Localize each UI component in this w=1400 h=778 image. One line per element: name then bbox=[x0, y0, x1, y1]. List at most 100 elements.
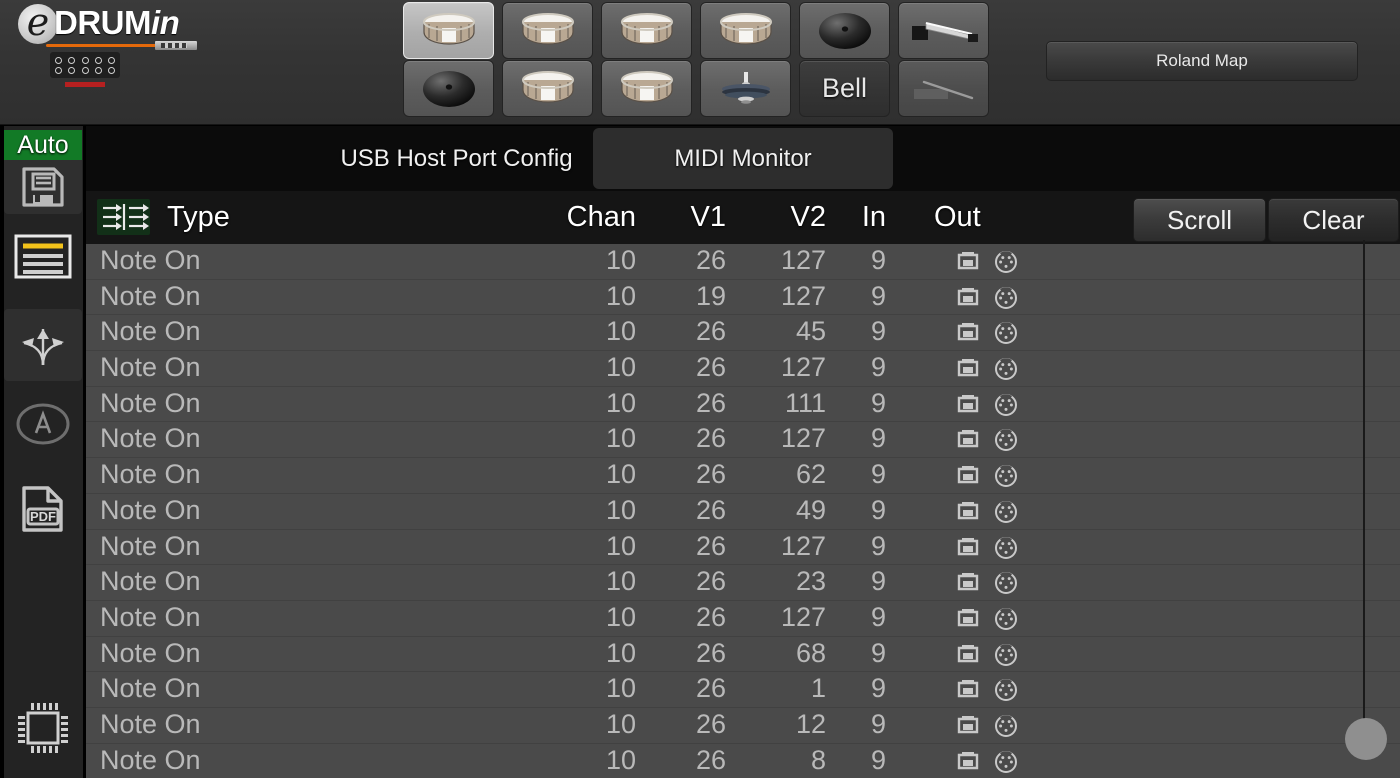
microchip-icon bbox=[14, 699, 72, 757]
scrollbar-handle[interactable] bbox=[1345, 718, 1387, 760]
midi-din-icon bbox=[994, 750, 1018, 774]
usb-port-icon bbox=[956, 714, 980, 738]
top-toolbar: e DRUMin Bell Roland Map bbox=[0, 0, 1400, 125]
table-row[interactable]: Note On 10 26 111 9 bbox=[86, 387, 1400, 423]
table-row[interactable]: Note On 10 26 62 9 bbox=[86, 458, 1400, 494]
midi-din-icon bbox=[994, 464, 1018, 488]
scroll-button[interactable]: Scroll bbox=[1133, 198, 1266, 242]
table-row[interactable]: Note On 10 26 127 9 bbox=[86, 351, 1400, 387]
usb-port-icon bbox=[956, 428, 980, 452]
arrows-spread-icon bbox=[14, 321, 72, 369]
sidebar-item-routing[interactable] bbox=[4, 309, 82, 381]
cell-in: 9 bbox=[870, 387, 886, 418]
pad-cymbal-1[interactable] bbox=[799, 2, 890, 59]
cell-out bbox=[956, 643, 1018, 667]
sidebar-item-about[interactable] bbox=[4, 394, 82, 454]
midi-din-icon bbox=[994, 286, 1018, 310]
pad-label: Bell bbox=[821, 73, 868, 103]
pad-snare-4[interactable] bbox=[700, 2, 791, 59]
column-header-type[interactable]: Type bbox=[167, 191, 230, 244]
sidebar-item-pdf[interactable]: PDF bbox=[4, 479, 82, 539]
cell-in: 9 bbox=[870, 459, 886, 490]
cell-type: Note On bbox=[100, 387, 201, 418]
table-row[interactable]: Note On 10 26 1 9 bbox=[86, 672, 1400, 708]
left-sidebar: Auto PDF bbox=[0, 126, 86, 778]
monitor-column-header: Type Chan V1 V2 In Out Scroll Clear bbox=[86, 191, 1400, 244]
cell-in: 9 bbox=[870, 530, 886, 561]
cell-in: 9 bbox=[870, 494, 886, 525]
midi-event-table[interactable]: Note On 10 26 127 9 Note On 10 19 127 9 Note On 1… bbox=[86, 244, 1400, 778]
circled-a-icon bbox=[14, 401, 72, 447]
pad-snare-1[interactable] bbox=[403, 2, 494, 59]
snare-drum-icon bbox=[517, 69, 579, 109]
table-row[interactable]: Note On 10 26 127 9 bbox=[86, 422, 1400, 459]
tab-bar: USB Host Port Config MIDI Monitor bbox=[86, 126, 1400, 191]
cell-in: 9 bbox=[870, 423, 886, 454]
cell-in: 9 bbox=[870, 708, 886, 739]
usb-port-icon bbox=[956, 571, 980, 595]
cell-in: 9 bbox=[870, 566, 886, 597]
pad-pedal-disabled[interactable] bbox=[898, 60, 989, 117]
trigger-inputs-graphic bbox=[50, 52, 120, 78]
cell-out bbox=[956, 536, 1018, 560]
table-row[interactable]: Note On 10 26 68 9 bbox=[86, 637, 1400, 673]
usb-port-icon bbox=[956, 286, 980, 310]
pad-snare-5[interactable] bbox=[502, 60, 593, 117]
table-row[interactable]: Note On 10 26 12 9 bbox=[86, 708, 1400, 744]
usb-port-icon bbox=[956, 250, 980, 274]
cymbal-icon bbox=[421, 69, 477, 109]
cell-out bbox=[956, 357, 1018, 381]
clear-button[interactable]: Clear bbox=[1268, 198, 1399, 242]
cell-out bbox=[956, 286, 1018, 310]
table-row[interactable]: Note On 10 19 127 9 bbox=[86, 280, 1400, 316]
cell-out bbox=[956, 500, 1018, 524]
cell-out bbox=[956, 428, 1018, 452]
cell-type: Note On bbox=[100, 494, 201, 525]
midi-din-icon bbox=[994, 428, 1018, 452]
usb-port-icon bbox=[956, 357, 980, 381]
pad-snare-6[interactable] bbox=[601, 60, 692, 117]
pad-hihat-pedal[interactable] bbox=[898, 2, 989, 59]
table-row[interactable]: Note On 10 26 127 9 bbox=[86, 244, 1400, 280]
midi-din-icon bbox=[994, 714, 1018, 738]
table-row[interactable]: Note On 10 26 127 9 bbox=[86, 530, 1400, 566]
pad-snare-3[interactable] bbox=[601, 2, 692, 59]
scrollbar-track[interactable] bbox=[1363, 240, 1365, 730]
edrumin-app-window: e DRUMin Bell Roland Map Auto PDF USB Ho… bbox=[0, 0, 1400, 778]
sidebar-item-save[interactable] bbox=[4, 160, 82, 214]
pad-selector-grid: Bell bbox=[403, 2, 997, 117]
usb-port-icon bbox=[956, 607, 980, 631]
logo-cable-line bbox=[46, 44, 156, 47]
tab-usb-host-port-config[interactable]: USB Host Port Config bbox=[294, 128, 619, 189]
table-row[interactable]: Note On 10 26 23 9 bbox=[86, 565, 1400, 601]
pad-cymbal-2[interactable] bbox=[403, 60, 494, 117]
table-row[interactable]: Note On 10 26 49 9 bbox=[86, 494, 1400, 530]
usb-port-icon bbox=[956, 750, 980, 774]
midi-din-icon bbox=[994, 536, 1018, 560]
column-header-out[interactable]: Out bbox=[934, 191, 981, 244]
pad-hihat[interactable] bbox=[700, 60, 791, 117]
column-header-in[interactable]: In bbox=[786, 191, 886, 244]
roland-map-button[interactable]: Roland Map bbox=[1046, 41, 1358, 81]
table-row[interactable]: Note On 10 26 127 9 bbox=[86, 601, 1400, 637]
sidebar-item-firmware[interactable] bbox=[4, 698, 82, 758]
midi-din-icon bbox=[994, 250, 1018, 274]
pad-bell[interactable]: Bell bbox=[799, 60, 890, 117]
cell-type: Note On bbox=[100, 637, 201, 668]
cell-out bbox=[956, 393, 1018, 417]
table-row[interactable]: Note On 10 26 45 9 bbox=[86, 315, 1400, 352]
usb-port-icon bbox=[956, 678, 980, 702]
pad-snare-2[interactable] bbox=[502, 2, 593, 59]
table-row[interactable]: Note On 10 26 8 9 bbox=[86, 744, 1400, 778]
svg-text:PDF: PDF bbox=[30, 509, 56, 524]
cell-type: Note On bbox=[100, 601, 201, 632]
auto-save-toggle[interactable]: Auto bbox=[4, 130, 82, 160]
cell-in: 9 bbox=[870, 245, 886, 275]
sidebar-item-list[interactable] bbox=[4, 226, 82, 286]
tab-midi-monitor[interactable]: MIDI Monitor bbox=[593, 128, 893, 189]
usb-port-icon bbox=[956, 321, 980, 345]
list-lines-icon bbox=[14, 234, 72, 279]
pdf-file-icon: PDF bbox=[19, 485, 67, 533]
midi-filter-icon[interactable] bbox=[97, 199, 150, 235]
cell-in: 9 bbox=[870, 352, 886, 383]
